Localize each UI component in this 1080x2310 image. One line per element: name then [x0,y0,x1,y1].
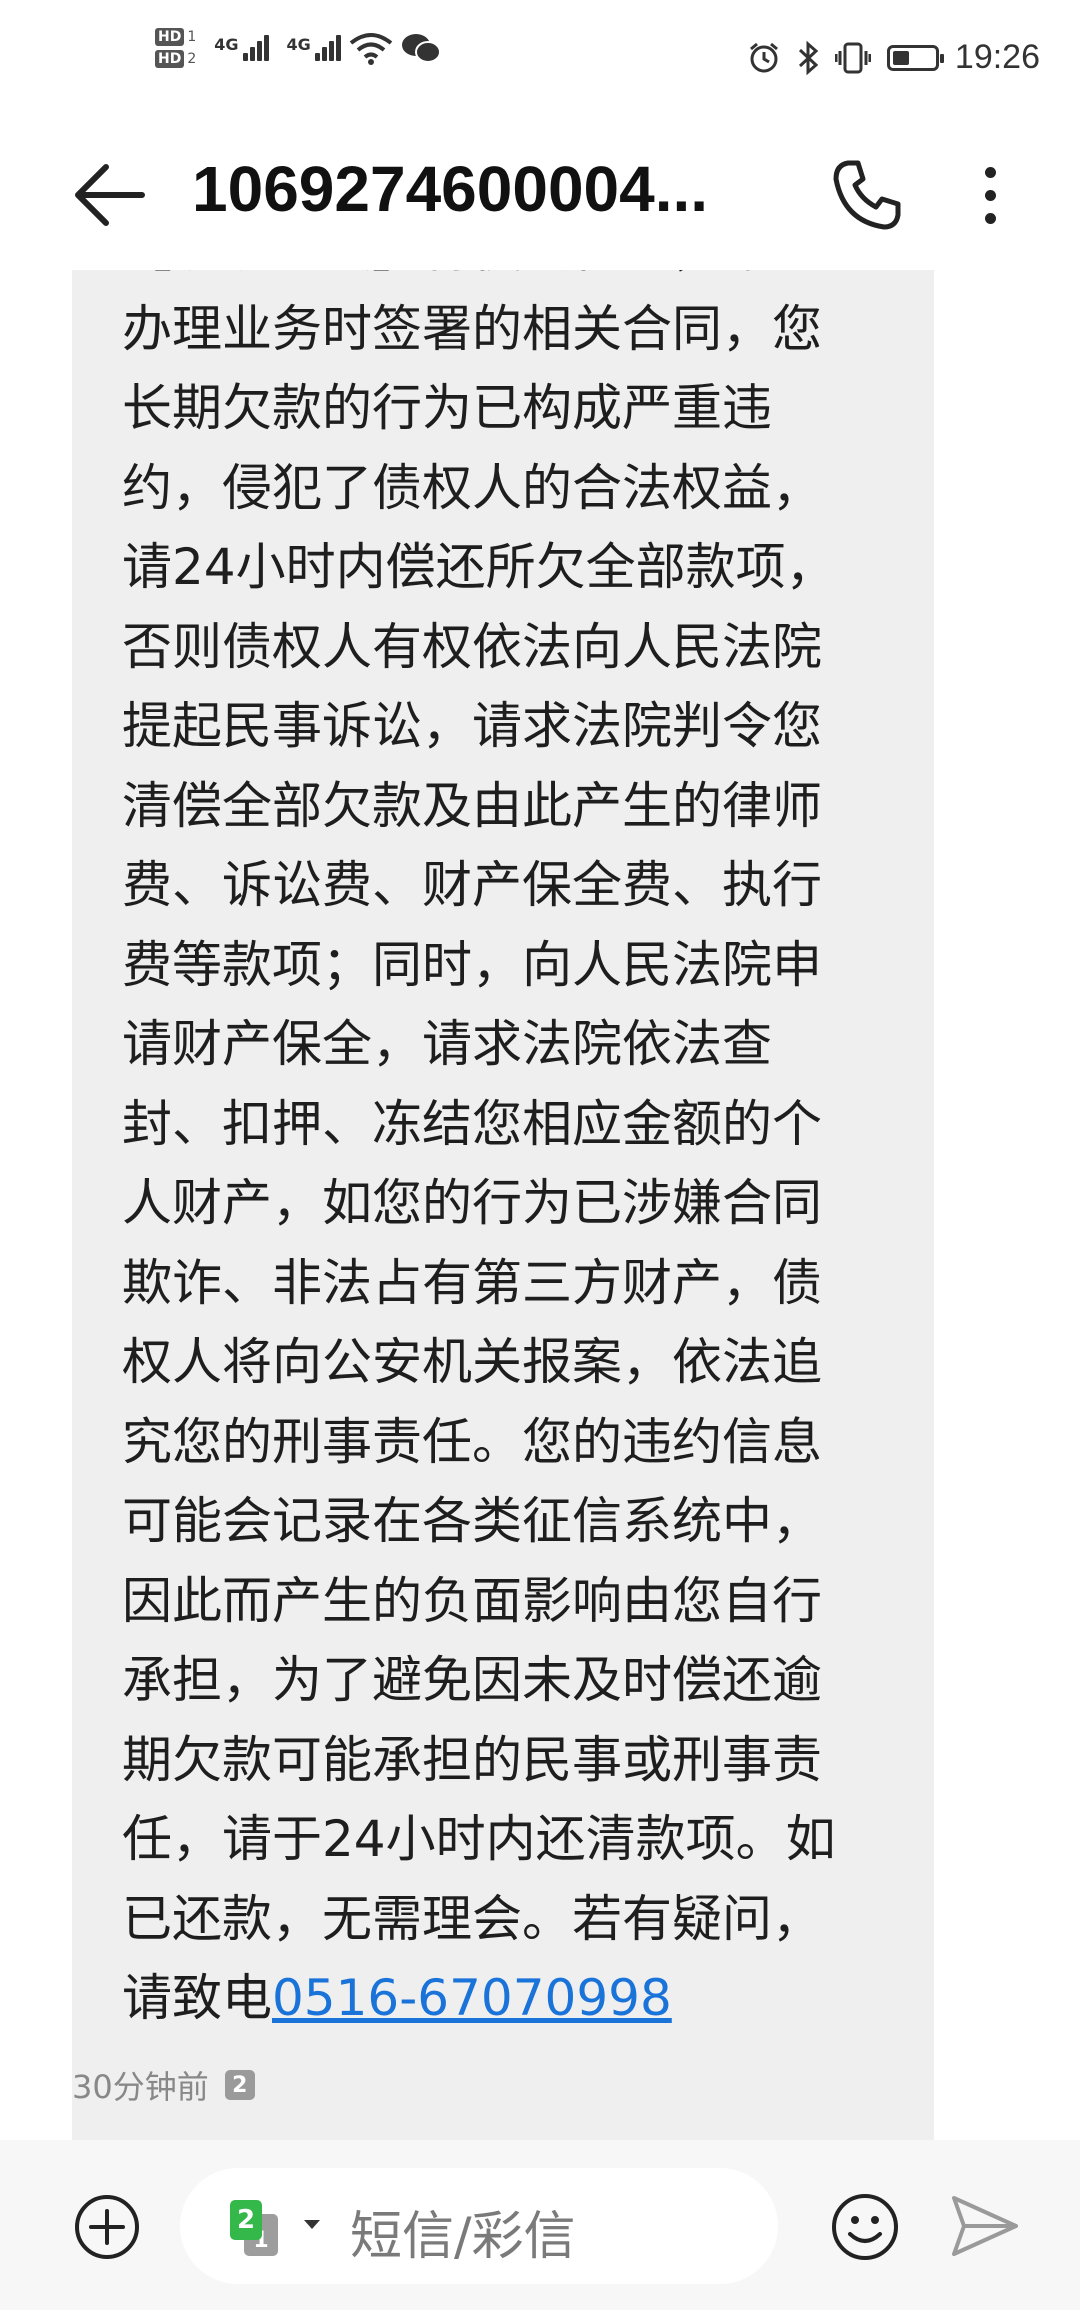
message-line-prefix: 请致电 [122,1969,272,2027]
message-line: 任，请于24小时内还清款项。如 [122,1810,836,1868]
message-line: 权人将向公安机关报案，依法追 [122,1333,822,1391]
message-line: 【水奶金融】特使授行为，据您 [122,270,902,290]
status-time: 19:26 [954,38,1040,76]
message-line: 约，侵犯了债权人的合法权益， [122,458,822,517]
message-line: 请24小时内偿还所欠全部款项， [122,538,836,596]
message-line: 请财产保全，请求法院依法查 [122,1015,772,1073]
message-line: 究您的刑事责任。您的违约信息 [122,1412,822,1471]
hd2-label: HD [155,50,185,68]
conversation-header: 1069274600004... [0,120,1080,270]
battery-icon [886,44,944,71]
network-type-1: 4G [214,35,239,54]
hd1-label: HD [155,28,185,46]
emoji-icon[interactable] [830,2192,900,2262]
message-line: 因此而产生的负面影响由您自行 [122,1571,822,1630]
sim-front-card: 2 [230,2200,262,2240]
message-line: 费等款项；同时，向人民法院申 [122,935,822,994]
alarm-icon [749,42,778,72]
add-icon[interactable] [74,2194,140,2260]
chevron-down-icon[interactable] [304,2220,320,2229]
message-line: 办理业务时签署的相关合同，您 [122,299,822,358]
bluetooth-icon [798,40,819,75]
message-timestamp: 30分钟前 [72,2068,209,2106]
message-line: 清偿全部欠款及由此产生的律师 [122,776,822,835]
phone-number-link[interactable]: 0516-67070998 [272,1969,672,2027]
vibrate-icon [834,42,871,73]
back-arrow-icon[interactable] [70,155,150,235]
message-line: 期欠款可能承担的民事或刑事责 [122,1730,822,1789]
send-icon[interactable] [950,2194,1020,2258]
network-type-2: 4G [286,35,311,54]
message-line: 费、诉讼费、财产保全费、执行 [122,856,822,914]
hd1-num: 1 [187,29,197,45]
message-line: 人财产，如您的行为已涉嫌合同 [122,1174,822,1232]
status-right: 19:26 [747,38,1040,77]
message-line: 提起民事诉讼，请求法院判令您 [122,697,822,755]
message-body: 【水奶金融】特使授行为，据您 办理业务时签署的相关合同，您 长期欠款的行为已构成… [122,270,902,2039]
message-line: 可能会记录在各类征信系统中， [122,1492,822,1550]
input-placeholder: 短信/彩信 [350,2207,576,2267]
message-list[interactable]: 【水奶金融】特使授行为，据您 办理业务时签署的相关合同，您 长期欠款的行为已构成… [0,270,1080,2140]
message-input[interactable]: 1 2 短信/彩信 [180,2168,778,2284]
hd2-num: 2 [187,51,197,67]
signal-icon-1: 4G [214,35,269,61]
more-vertical-icon[interactable] [960,155,1020,235]
sim-select-icon[interactable]: 1 2 [230,2200,290,2256]
composer-bar: 1 2 短信/彩信 [0,2140,1080,2310]
battery-level [892,50,909,65]
conversation-title: 1069274600004... [192,153,709,225]
message-line: 已还款，无需理会。若有疑问， [122,1889,822,1948]
status-left: HD 1 HD 2 4G 4G [155,28,441,68]
message-meta: 30分钟前 2 [72,2062,255,2108]
message-line: 欺诈、非法占有第三方财产，债 [122,1253,822,1312]
signal-icon-2: 4G [287,35,341,61]
message-line: 封、扣押、冻结您相应金额的个 [122,1094,822,1153]
wifi-icon [349,33,393,65]
message-line: 否则债权人有权依法向人民法院 [122,617,822,676]
message-line: 长期欠款的行为已构成严重违 [122,379,772,437]
sim-badge: 2 [224,2070,255,2100]
status-bar: HD 1 HD 2 4G 4G 19:26 [0,0,1080,120]
phone-icon[interactable] [830,157,906,233]
message-bubble[interactable]: 【水奶金融】特使授行为，据您 办理业务时签署的相关合同，您 长期欠款的行为已构成… [72,270,934,2140]
message-last-line: 请致电0516-67070998 [122,1959,902,2039]
message-line: 承担，为了避免因未及时偿还逾 [122,1651,822,1709]
wechat-icon [401,34,441,63]
hd-indicators: HD 1 HD 2 [155,28,196,68]
